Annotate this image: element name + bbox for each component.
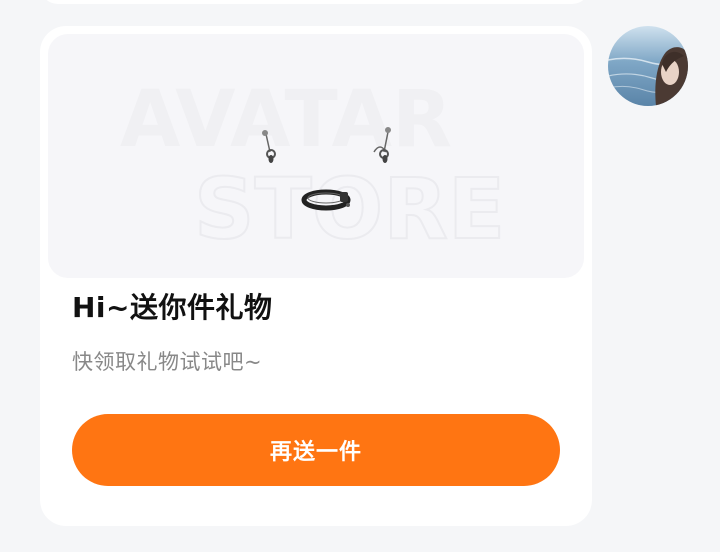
gift-title: Hi~送你件礼物: [72, 291, 273, 324]
avatar-photo: [608, 26, 688, 106]
avatar-store-illustration: AVATAR STORE: [120, 75, 506, 259]
watermark-store: STORE: [194, 160, 505, 258]
previous-message-card: [40, 0, 590, 4]
avatar[interactable]: [608, 26, 688, 106]
watermark-avatar: AVATAR: [120, 75, 452, 165]
send-another-button[interactable]: 再送一件: [72, 414, 560, 486]
gift-message-card[interactable]: AVATAR STORE Hi~送你件礼物 快领取礼物试试吧~ 再送一件: [40, 26, 592, 526]
gift-image[interactable]: AVATAR STORE: [48, 34, 584, 278]
gift-subtitle: 快领取礼物试试吧~: [72, 350, 263, 374]
